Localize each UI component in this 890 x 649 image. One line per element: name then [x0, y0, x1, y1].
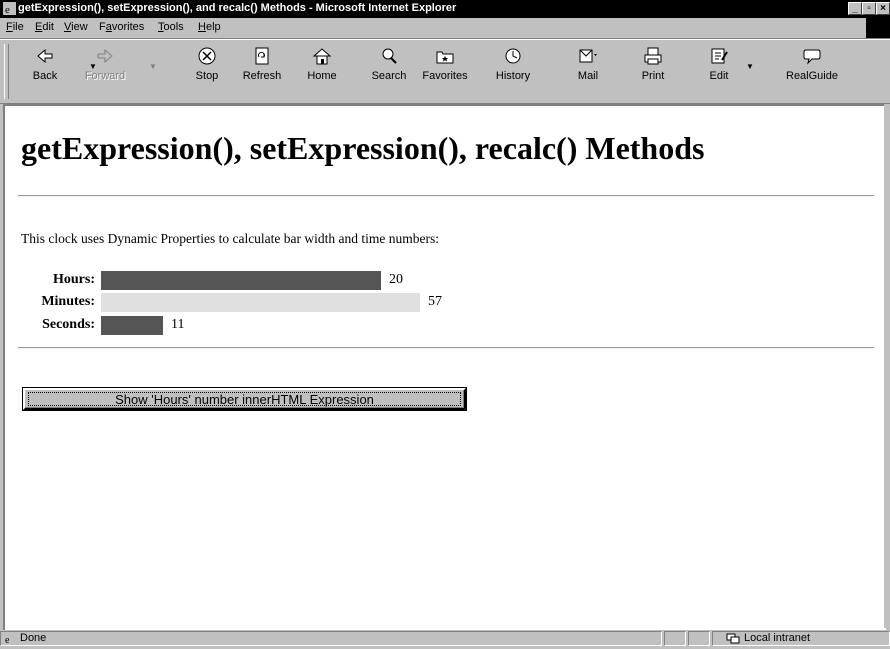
- menu-file[interactable]: File: [6, 21, 24, 33]
- mail-button[interactable]: Mail: [561, 46, 615, 96]
- page-heading: getExpression(), setExpression(), recalc…: [21, 130, 705, 166]
- toolbar: Back ▼ Forward ▼ Stop Refresh Home Searc…: [0, 39, 890, 104]
- svg-text:e: e: [5, 635, 10, 645]
- minutes-bar: [101, 293, 420, 312]
- status-text: Done: [20, 632, 47, 644]
- page-done-icon: e: [4, 633, 16, 645]
- stop-icon: [198, 47, 216, 65]
- window-title: getExpression(), setExpression(), and re…: [18, 2, 457, 14]
- status-panel-1: [664, 631, 686, 646]
- page-content: getExpression(), setExpression(), recalc…: [3, 104, 886, 630]
- bottom-divider: [18, 347, 874, 349]
- back-arrow-icon: [37, 48, 53, 64]
- menu-bar: File Edit View Favorites Tools Help: [0, 18, 890, 39]
- seconds-label: Seconds:: [42, 317, 95, 332]
- svg-text:e: e: [5, 4, 10, 15]
- hours-label: Hours:: [53, 272, 95, 287]
- forward-dropdown-icon[interactable]: ▼: [149, 62, 157, 71]
- home-button[interactable]: Home: [295, 46, 349, 96]
- edit-page-icon: [711, 48, 728, 64]
- focus-rectangle: [28, 392, 461, 406]
- printer-icon: [644, 47, 662, 65]
- close-button[interactable]: ×: [876, 2, 890, 15]
- menu-help[interactable]: Help: [198, 21, 221, 33]
- hours-value: 20: [389, 272, 403, 287]
- realguide-icon: [803, 49, 821, 65]
- minutes-label: Minutes:: [41, 294, 95, 309]
- edit-dropdown-icon[interactable]: ▼: [746, 62, 754, 71]
- toolbar-grip[interactable]: [4, 44, 9, 99]
- edit-button[interactable]: Edit: [692, 46, 746, 96]
- title-bar: e getExpression(), setExpression(), and …: [0, 0, 890, 18]
- refresh-icon: [255, 47, 269, 65]
- menu-tools[interactable]: Tools: [158, 21, 184, 33]
- search-icon: [382, 48, 397, 64]
- status-panel-2: [688, 631, 710, 646]
- menu-edit[interactable]: Edit: [35, 21, 54, 33]
- seconds-bar: [101, 316, 163, 335]
- seconds-value: 11: [171, 317, 185, 332]
- forward-arrow-icon: [97, 48, 113, 64]
- stop-button[interactable]: Stop: [180, 46, 234, 96]
- search-button[interactable]: Search: [362, 46, 416, 96]
- hours-bar: [101, 271, 381, 290]
- status-bar: e Done Local intranet: [0, 629, 890, 649]
- menu-view[interactable]: View: [64, 21, 88, 33]
- throbber-icon: [866, 18, 890, 38]
- status-text-panel: [0, 631, 662, 646]
- ie-icon: e: [3, 2, 16, 15]
- back-button[interactable]: Back: [18, 46, 72, 96]
- favorites-folder-icon: [436, 51, 454, 64]
- zone-text: Local intranet: [744, 632, 811, 644]
- minimize-button[interactable]: _: [848, 2, 862, 15]
- favorites-button[interactable]: Favorites: [418, 46, 472, 96]
- menu-favorites[interactable]: Favorites: [99, 21, 144, 33]
- show-hours-expression-button[interactable]: Show 'Hours' number innerHTML Expression: [22, 387, 467, 411]
- realguide-button[interactable]: RealGuide: [780, 46, 844, 96]
- mail-icon: [579, 49, 597, 63]
- history-icon: [505, 48, 521, 64]
- history-button[interactable]: History: [486, 46, 540, 96]
- maximize-button[interactable]: ▫: [862, 2, 876, 15]
- vertical-scrollbar[interactable]: [884, 104, 890, 628]
- print-button[interactable]: Print: [626, 46, 680, 96]
- minutes-value: 57: [428, 294, 442, 309]
- top-divider: [18, 195, 874, 197]
- home-icon: [312, 48, 332, 65]
- forward-button[interactable]: Forward: [78, 46, 132, 96]
- local-intranet-icon: [726, 633, 740, 644]
- intro-text: This clock uses Dynamic Properties to ca…: [21, 231, 440, 246]
- refresh-button[interactable]: Refresh: [235, 46, 289, 96]
